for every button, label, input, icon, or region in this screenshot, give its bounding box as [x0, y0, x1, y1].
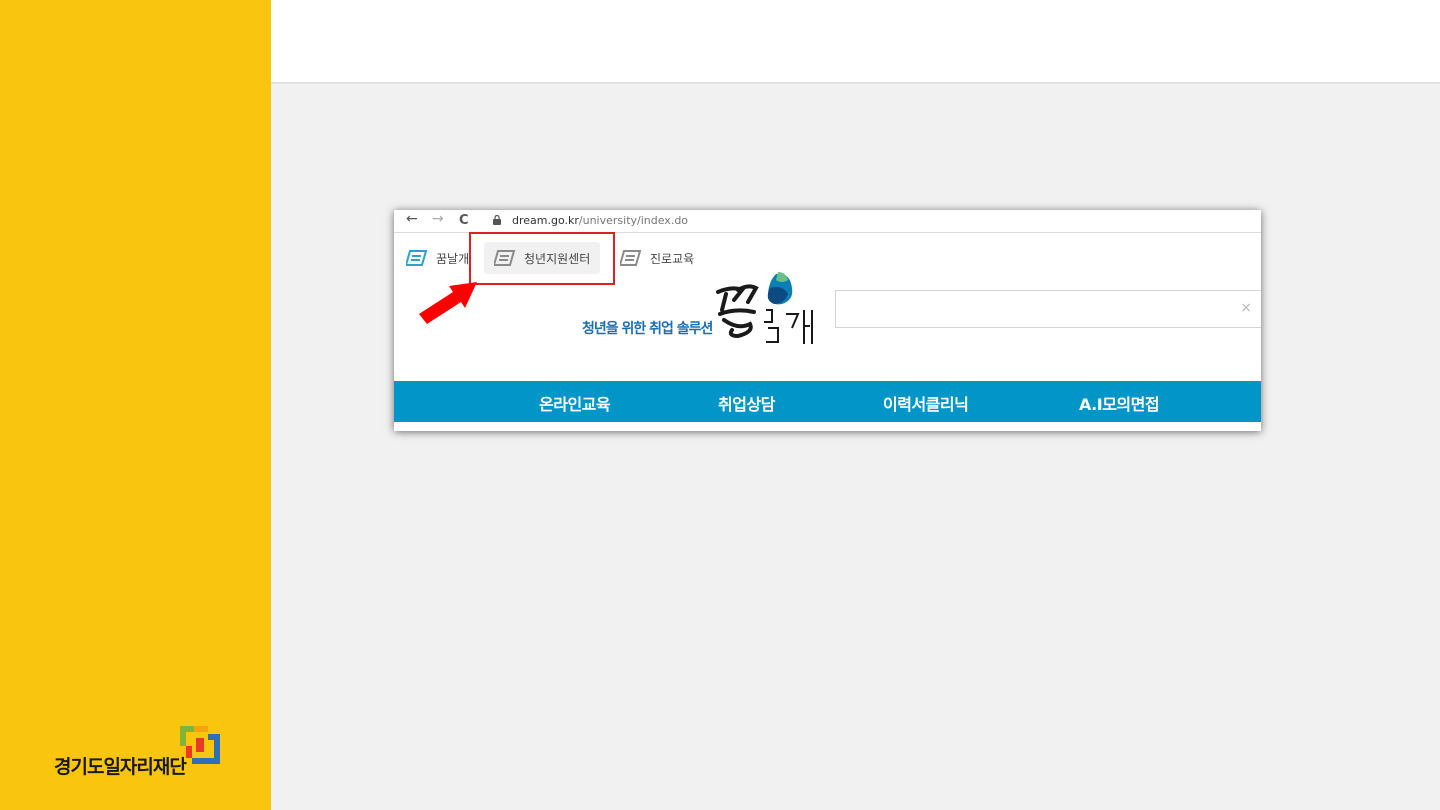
organization-logo: 경기도일자리재단	[52, 722, 232, 792]
menu-item-online-education[interactable]: 온라인교육	[539, 391, 611, 415]
pointer-arrow-icon	[419, 282, 477, 324]
bookmark-item-career[interactable]: 진로교육	[620, 240, 694, 276]
site-tagline: 청년을 위한 취업 솔루션	[582, 321, 713, 337]
bookmark-favicon-icon	[620, 250, 642, 266]
address-bar[interactable]: ← → C dream.go.kr/university/index.do	[394, 210, 1261, 233]
url-text[interactable]: dream.go.kr/university/index.do	[512, 214, 688, 227]
search-input[interactable]: ×	[835, 290, 1261, 328]
url-domain: dream.go.kr	[512, 214, 579, 227]
menu-item-ai-interview[interactable]: A.I모의면접	[1079, 391, 1160, 415]
menu-item-resume-clinic[interactable]: 이력서클리닉	[883, 391, 969, 415]
back-arrow-icon[interactable]: ←	[406, 211, 418, 227]
top-header-bar	[271, 0, 1440, 84]
organization-mark-icon	[180, 726, 220, 764]
menu-item-job-counseling[interactable]: 취업상담	[718, 391, 775, 415]
forward-arrow-icon[interactable]: →	[432, 211, 444, 227]
bookmark-label: 꿈날개	[436, 251, 470, 266]
main-menu-bar: 온라인교육 취업상담 이력서클리닉 A.I모의면접	[394, 381, 1261, 422]
lock-icon	[493, 215, 501, 225]
sidebar: 경기도일자리재단	[0, 0, 271, 810]
dream-logo[interactable]	[712, 270, 822, 348]
bookmark-label: 진로교육	[650, 251, 695, 266]
close-icon[interactable]: ×	[1240, 300, 1252, 316]
reload-icon[interactable]: C	[459, 213, 469, 228]
bookmark-favicon-icon	[406, 250, 428, 266]
url-path: /university/index.do	[578, 214, 689, 227]
highlight-box	[469, 232, 615, 285]
bookmark-item-dream[interactable]: 꿈날개	[406, 240, 469, 276]
organization-name: 경기도일자리재단	[54, 756, 187, 778]
